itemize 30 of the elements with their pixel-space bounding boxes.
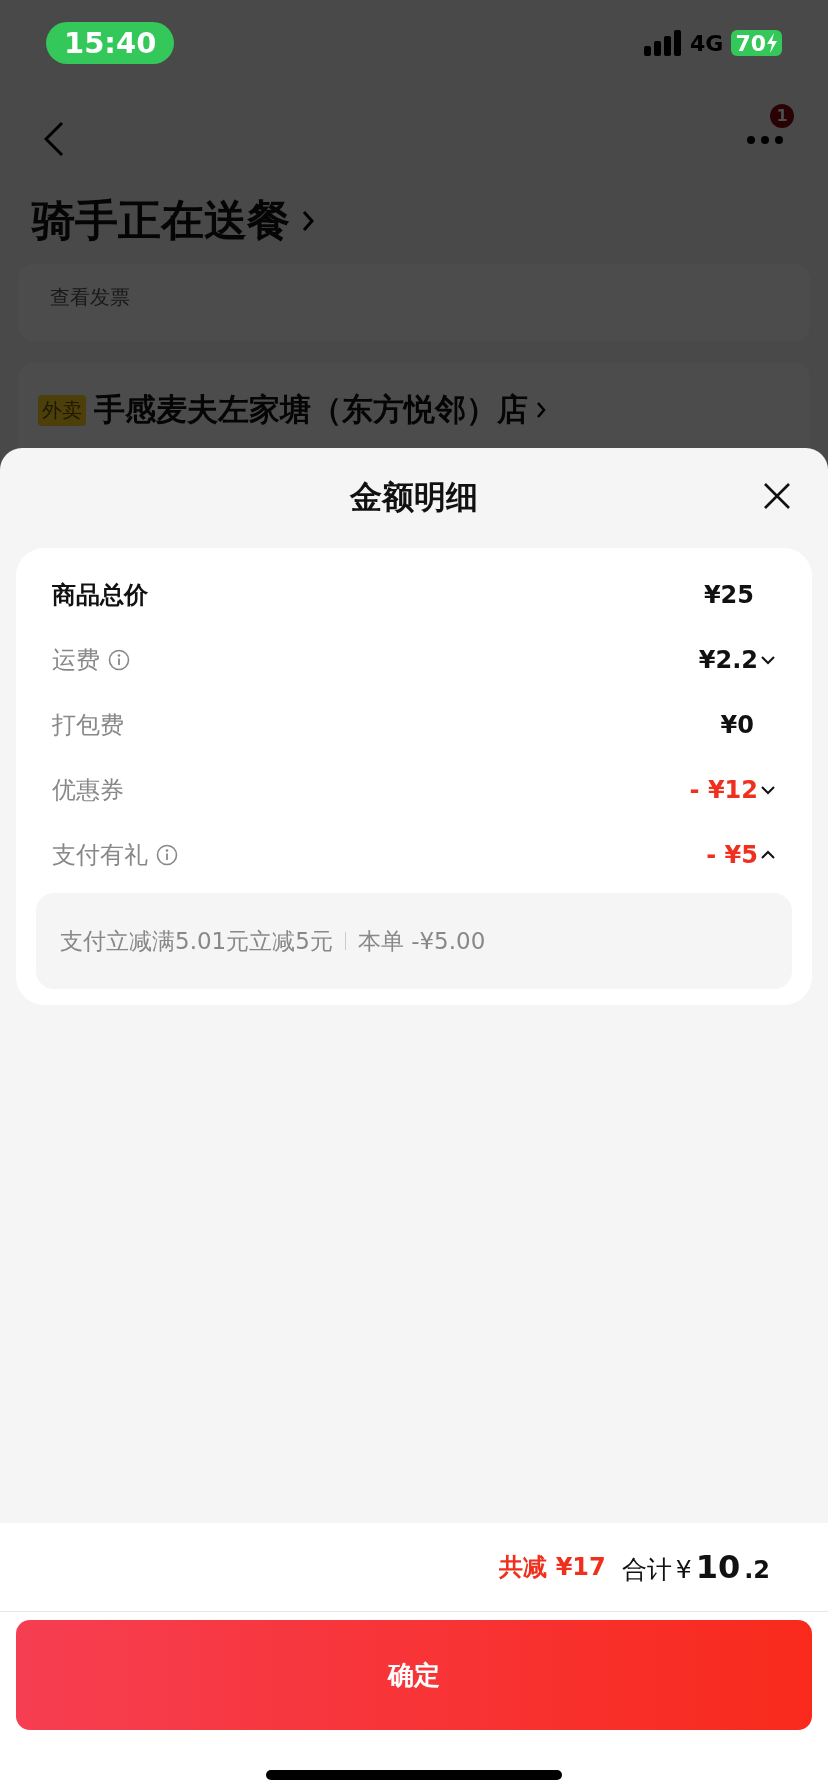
total-decimal: .2	[744, 1556, 770, 1584]
battery-indicator: 70	[731, 30, 782, 56]
chevron-down-icon	[760, 653, 776, 666]
info-icon[interactable]	[108, 648, 130, 671]
row-amount: ¥0	[720, 710, 754, 739]
sheet-title: 金额明细	[350, 477, 478, 518]
discount-amount: 本单 -¥5.00	[357, 926, 486, 956]
row-amount: - ¥5	[706, 840, 758, 869]
status-time: 15:40	[46, 22, 175, 64]
total-label: 合计	[621, 1554, 672, 1586]
signal-icon	[644, 30, 682, 56]
row-amount: - ¥12	[689, 775, 758, 804]
row-amount: ¥25	[703, 580, 754, 609]
row-label: 支付有礼	[52, 839, 148, 871]
confirm-button[interactable]: 确定	[16, 1620, 812, 1730]
row-label: 运费	[52, 644, 100, 676]
chevron-up-icon	[760, 848, 776, 861]
total-amount: 10	[695, 1548, 741, 1586]
total-currency: ¥	[675, 1555, 692, 1584]
total-saved: 共减 ¥17	[499, 1552, 606, 1583]
row-amount: ¥2.2	[698, 645, 758, 674]
charging-icon	[766, 33, 778, 53]
info-icon[interactable]	[156, 843, 178, 866]
row-label: 优惠券	[52, 774, 124, 806]
close-button[interactable]	[762, 481, 792, 511]
row-label: 打包费	[52, 709, 124, 741]
discount-description: 支付立减满5.01元立减5元	[60, 926, 333, 956]
row-label: 商品总价	[52, 579, 148, 611]
chevron-down-icon	[760, 783, 776, 796]
network-label: 4G	[690, 30, 724, 56]
